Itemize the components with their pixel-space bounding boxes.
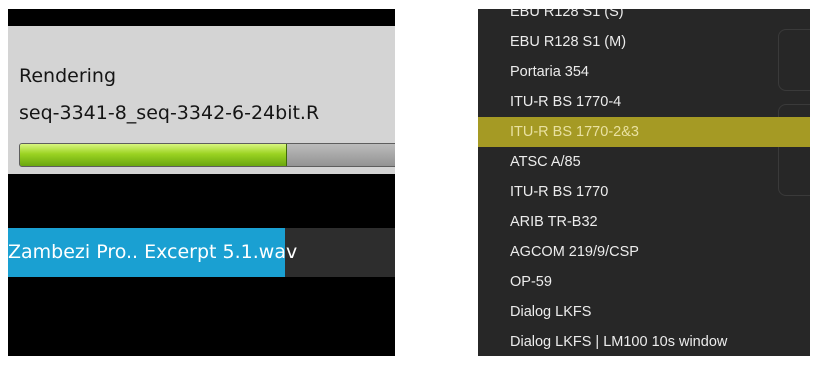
loudness-standard-dropdown: EBU R128 S1 (S) EBU R128 S1 (M) Portaria 3… xyxy=(478,9,810,356)
render-panel: Rendering seq-3341-8_seq-3342-6-24bit.R … xyxy=(8,9,395,356)
menu-item[interactable]: Portaria 354 xyxy=(478,57,810,87)
render-filename: seq-3341-8_seq-3342-6-24bit.R xyxy=(19,102,320,124)
menu-item[interactable]: Dialog LKFS | LM100 10s window xyxy=(478,327,810,356)
file-name-suffix: 5.1.wav xyxy=(216,241,298,263)
file-list-row[interactable]: Zambezi Pro.. Excerpt 5.1.wav xyxy=(8,228,395,277)
render-progress-dialog: Rendering seq-3341-8_seq-3342-6-24bit.R xyxy=(8,26,395,174)
menu-item[interactable]: ITU-R BS 1770 xyxy=(478,177,810,207)
menu-item[interactable]: EBU R128 S1 (S) xyxy=(478,9,810,27)
menu-item[interactable]: EBU R128 S1 (M) xyxy=(478,27,810,57)
menu-item[interactable]: Dialog LKFS xyxy=(478,297,810,327)
menu-item-selected[interactable]: ITU-R BS 1770-2&3 xyxy=(478,117,810,147)
render-status-label: Rendering xyxy=(19,65,117,87)
file-name-text: Zambezi Pro.. Excerpt 5.1.wav xyxy=(8,228,297,277)
menu-item[interactable]: ARIB TR-B32 xyxy=(478,207,810,237)
render-progress-fill xyxy=(20,144,287,166)
menu-item[interactable]: AGCOM 219/9/CSP xyxy=(478,237,810,267)
loudness-standard-list: EBU R128 S1 (S) EBU R128 S1 (M) Portaria 3… xyxy=(478,9,810,356)
render-progress-bar xyxy=(19,143,395,167)
menu-item[interactable]: OP-59 xyxy=(478,267,810,297)
menu-item[interactable]: ITU-R BS 1770-4 xyxy=(478,87,810,117)
file-name-selected: Zambezi Pro.. Excerpt xyxy=(8,241,217,263)
screenshot-canvas: Rendering seq-3341-8_seq-3342-6-24bit.R … xyxy=(0,0,814,365)
menu-item[interactable]: ATSC A/85 xyxy=(478,147,810,177)
